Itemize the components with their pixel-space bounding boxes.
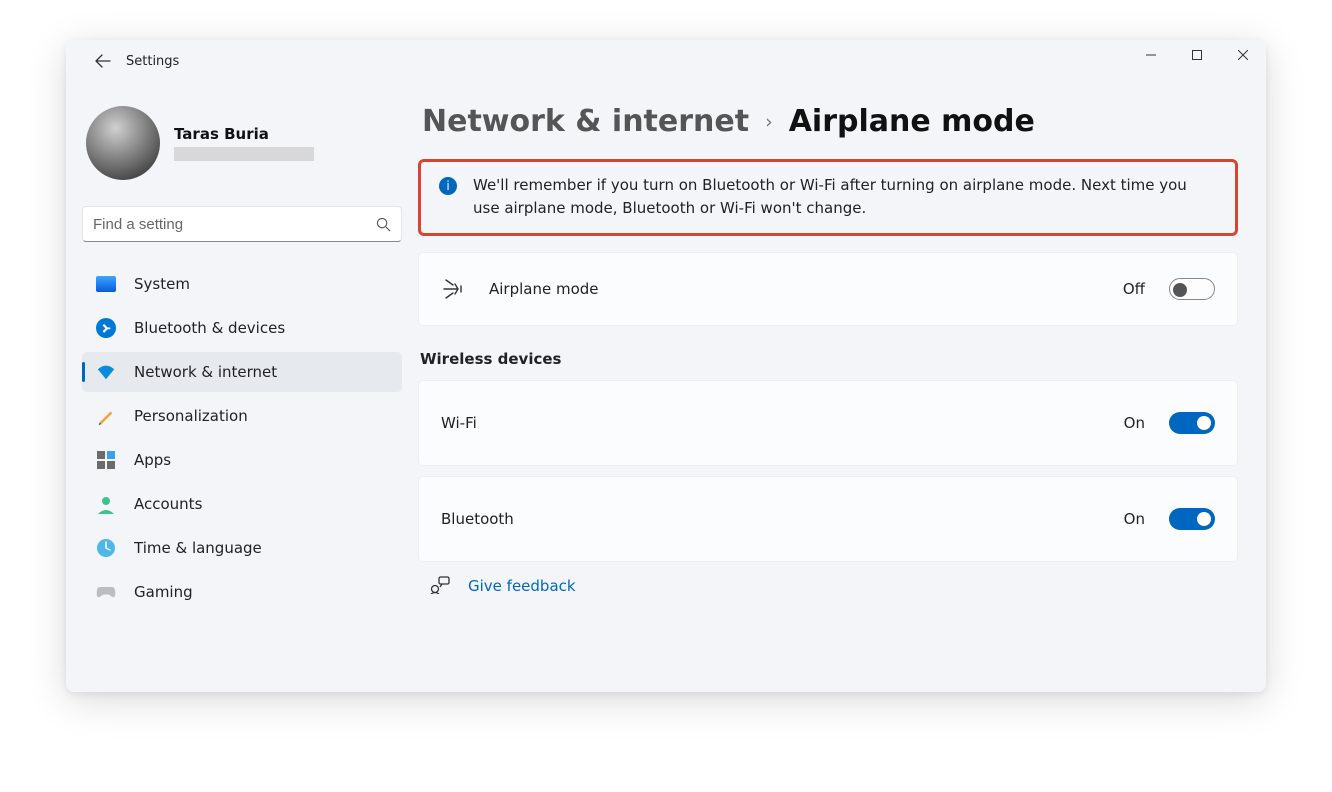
sidebar-item-label: Accounts xyxy=(134,495,202,513)
window-controls xyxy=(1128,40,1266,70)
give-feedback-link[interactable]: Give feedback xyxy=(468,577,576,595)
airplane-mode-card: Airplane mode Off xyxy=(418,252,1238,326)
sidebar-item-label: System xyxy=(134,275,190,293)
bluetooth-card: Bluetooth On xyxy=(418,476,1238,562)
airplane-mode-state: Off xyxy=(1123,280,1145,298)
system-icon xyxy=(96,274,116,294)
minimize-icon xyxy=(1146,50,1156,60)
sidebar-item-accounts[interactable]: Accounts xyxy=(82,484,402,524)
bluetooth-icon: ᚛ xyxy=(96,318,116,338)
sidebar-item-label: Apps xyxy=(134,451,171,469)
back-button[interactable] xyxy=(84,45,122,77)
sidebar-item-label: Personalization xyxy=(134,407,248,425)
time-language-icon xyxy=(96,538,116,558)
sidebar-item-bluetooth[interactable]: ᚛ Bluetooth & devices xyxy=(82,308,402,348)
page-title: Airplane mode xyxy=(789,104,1035,139)
gaming-icon xyxy=(96,582,116,602)
info-banner-text: We'll remember if you turn on Bluetooth … xyxy=(473,174,1217,221)
close-button[interactable] xyxy=(1220,40,1266,70)
app-title: Settings xyxy=(126,54,179,69)
airplane-mode-label: Airplane mode xyxy=(489,280,1101,298)
search-box[interactable] xyxy=(82,206,402,242)
info-icon: i xyxy=(439,177,457,195)
profile-name: Taras Buria xyxy=(174,125,314,143)
info-banner: i We'll remember if you turn on Bluetoot… xyxy=(418,159,1238,236)
sidebar-item-gaming[interactable]: Gaming xyxy=(82,572,402,612)
sidebar-item-label: Gaming xyxy=(134,583,193,601)
breadcrumb-parent[interactable]: Network & internet xyxy=(422,104,749,139)
main-content: Network & internet › Airplane mode i We'… xyxy=(418,82,1266,692)
sidebar-item-time[interactable]: Time & language xyxy=(82,528,402,568)
sidebar: Taras Buria System ᚛ Bluetooth & devices xyxy=(66,82,418,692)
minimize-button[interactable] xyxy=(1128,40,1174,70)
sidebar-item-apps[interactable]: Apps xyxy=(82,440,402,480)
wifi-state: On xyxy=(1124,414,1145,432)
sidebar-item-label: Network & internet xyxy=(134,363,277,381)
sidebar-item-label: Time & language xyxy=(134,539,262,557)
airplane-icon xyxy=(441,276,467,302)
sidebar-item-label: Bluetooth & devices xyxy=(134,319,285,337)
wifi-card: Wi-Fi On xyxy=(418,380,1238,466)
bluetooth-state: On xyxy=(1124,510,1145,528)
back-arrow-icon xyxy=(95,53,111,69)
feedback-row: Give feedback xyxy=(430,576,1238,596)
window-body: Taras Buria System ᚛ Bluetooth & devices xyxy=(66,82,1266,692)
feedback-icon xyxy=(430,576,450,596)
network-icon xyxy=(96,362,116,382)
breadcrumb: Network & internet › Airplane mode xyxy=(422,104,1238,139)
profile-email-redacted xyxy=(174,147,314,161)
sidebar-item-personalization[interactable]: Personalization xyxy=(82,396,402,436)
profile-block[interactable]: Taras Buria xyxy=(82,94,402,188)
profile-text: Taras Buria xyxy=(174,125,314,161)
sidebar-item-system[interactable]: System xyxy=(82,264,402,304)
personalization-icon xyxy=(96,406,116,426)
search-input[interactable] xyxy=(93,216,376,233)
titlebar: Settings xyxy=(66,40,1266,82)
airplane-mode-toggle[interactable] xyxy=(1169,278,1215,300)
apps-icon xyxy=(96,450,116,470)
accounts-icon xyxy=(96,494,116,514)
chevron-right-icon: › xyxy=(765,111,773,133)
avatar xyxy=(86,106,160,180)
settings-window: Settings Taras Buria xyxy=(66,40,1266,692)
wireless-section-title: Wireless devices xyxy=(420,350,1238,368)
search-icon xyxy=(376,217,391,232)
wifi-toggle[interactable] xyxy=(1169,412,1215,434)
sidebar-item-network[interactable]: Network & internet xyxy=(82,352,402,392)
maximize-button[interactable] xyxy=(1174,40,1220,70)
bluetooth-toggle[interactable] xyxy=(1169,508,1215,530)
wifi-label: Wi-Fi xyxy=(441,414,1102,432)
nav: System ᚛ Bluetooth & devices Network & i… xyxy=(82,264,402,612)
wireless-group: Wi-Fi On Bluetooth On xyxy=(418,380,1238,568)
maximize-icon xyxy=(1192,50,1202,60)
close-icon xyxy=(1238,50,1248,60)
bluetooth-label: Bluetooth xyxy=(441,510,1102,528)
